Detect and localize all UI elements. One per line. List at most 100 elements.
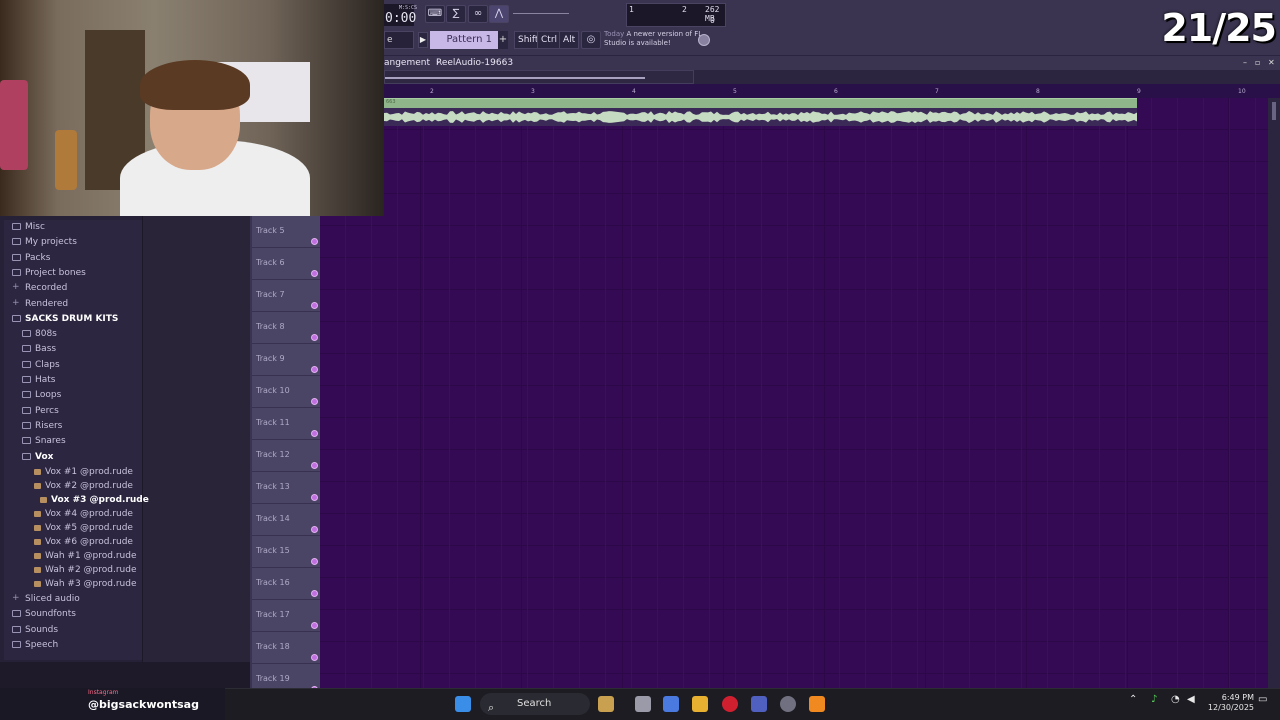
track-header[interactable]: Track 14 (252, 504, 320, 536)
browser-item[interactable]: 808s (22, 329, 57, 339)
store-icon[interactable] (751, 696, 767, 712)
browser-item[interactable]: My projects (12, 237, 77, 247)
browser-item[interactable]: Sounds (12, 625, 58, 635)
track-header[interactable]: Track 7 (252, 280, 320, 312)
browser-item[interactable]: + Rendered (12, 299, 68, 310)
metronome-icon[interactable]: ⋀ (489, 5, 509, 23)
track-mute-dot[interactable] (311, 366, 318, 373)
typing-keyboard-icon[interactable]: ⌨ (425, 5, 445, 23)
track-mute-dot[interactable] (311, 398, 318, 405)
browser-item[interactable]: Snares (22, 436, 66, 446)
browser-item[interactable]: Vox #1 @prod.rude (34, 467, 133, 477)
track-mute-dot[interactable] (311, 654, 318, 661)
step-edit-icon[interactable]: ∑ (446, 5, 466, 23)
arrangement-selector[interactable]: e (384, 31, 414, 49)
add-pattern-button[interactable]: + (498, 31, 508, 49)
browser-item[interactable]: Project bones (12, 268, 86, 278)
browser-item[interactable]: Vox #6 @prod.rude (34, 537, 133, 547)
browser-item[interactable]: Risers (22, 421, 62, 431)
track-mute-dot[interactable] (311, 238, 318, 245)
loop-record-icon[interactable]: ∞ (468, 5, 488, 23)
widgets-icon[interactable] (598, 696, 614, 712)
track-mute-dot[interactable] (311, 302, 318, 309)
pattern-play-icon[interactable]: ▶ (418, 32, 428, 48)
opera-icon[interactable] (722, 696, 738, 712)
browser-item[interactable]: Speech (12, 640, 58, 650)
news-icon[interactable]: ◎ (581, 31, 601, 49)
browser-item[interactable]: + Sliced audio (12, 594, 80, 605)
system-clock[interactable]: 6:49 PM 12/30/2025 (1206, 693, 1254, 713)
track-header[interactable]: Track 9 (252, 344, 320, 376)
playlist-grid[interactable] (320, 98, 1268, 688)
timeline-ruler[interactable]: 2 3 4 5 6 7 8 9 10 (384, 84, 1280, 98)
volume-icon[interactable]: ◀ (1187, 694, 1195, 705)
track-header[interactable]: Track 6 (252, 248, 320, 280)
settings-icon[interactable] (780, 696, 796, 712)
browser-item[interactable]: Bass (22, 344, 56, 354)
browser-item[interactable]: Vox #2 @prod.rude (34, 481, 133, 491)
breadcrumb-clip[interactable]: ReelAudio-19663 (436, 56, 513, 70)
track-header[interactable]: Track 17 (252, 600, 320, 632)
track-header[interactable]: Track 11 (252, 408, 320, 440)
vscroll-thumb[interactable] (1272, 102, 1276, 120)
track-mute-dot[interactable] (311, 494, 318, 501)
song-position-display[interactable]: M:S:CS 0:00 (384, 4, 417, 26)
master-pitch-slider[interactable] (513, 13, 569, 14)
track-mute-dot[interactable] (311, 334, 318, 341)
start-menu-icon[interactable] (455, 696, 471, 712)
browser-item[interactable]: + Recorded (12, 283, 67, 294)
task-view-icon[interactable] (635, 696, 651, 712)
chevron-up-icon[interactable]: ⌃ (1129, 694, 1137, 705)
track-header[interactable]: Track 18 (252, 632, 320, 664)
scroll-thumb[interactable] (385, 77, 645, 79)
taskbar-search[interactable]: ⌕ Search (480, 693, 590, 715)
browser-item[interactable]: SACKS DRUM KITS (12, 314, 118, 324)
track-mute-dot[interactable] (311, 558, 318, 565)
browser-item[interactable]: Vox #3 @prod.rude (40, 495, 149, 505)
browser-item[interactable]: Packs (12, 253, 50, 263)
browser-item[interactable]: Soundfonts (12, 609, 76, 619)
track-mute-dot[interactable] (311, 526, 318, 533)
browser-item[interactable]: Misc (12, 222, 45, 232)
browser-item[interactable]: Wah #1 @prod.rude (34, 551, 136, 561)
browser-item[interactable]: Wah #2 @prod.rude (34, 565, 136, 575)
fl-studio-icon[interactable] (809, 696, 825, 712)
browser-item[interactable]: Percs (22, 406, 59, 416)
track-mute-dot[interactable] (311, 462, 318, 469)
track-mute-dot[interactable] (311, 590, 318, 597)
track-header[interactable]: Track 15 (252, 536, 320, 568)
wifi-icon[interactable]: ◔ (1171, 694, 1180, 705)
track-header[interactable]: Track 5 (252, 216, 320, 248)
microphone-icon[interactable]: ♪ (1151, 694, 1157, 705)
notification-icon[interactable]: ▭ (1258, 694, 1267, 705)
browser-item[interactable]: Vox #5 @prod.rude (34, 523, 133, 533)
track-header[interactable]: Track 10 (252, 376, 320, 408)
track-header[interactable]: Track 16 (252, 568, 320, 600)
audio-clip-header[interactable]: 663 (384, 98, 1137, 108)
track-mute-dot[interactable] (311, 430, 318, 437)
audio-clip-waveform[interactable] (384, 108, 1137, 126)
browser-item[interactable]: Hats (22, 375, 56, 385)
file-explorer-icon[interactable] (692, 696, 708, 712)
browser-item[interactable]: Loops (22, 390, 61, 400)
breadcrumb-arrangement[interactable]: angement (384, 56, 430, 70)
track-header[interactable]: Track 12 (252, 440, 320, 472)
track-mute-dot[interactable] (311, 270, 318, 277)
track-header[interactable]: Track 13 (252, 472, 320, 504)
copilot-icon[interactable] (663, 696, 679, 712)
pattern-selector[interactable]: Pattern 1 (430, 31, 498, 49)
minimize-icon[interactable]: – (1243, 56, 1247, 70)
alt-button[interactable]: Alt (559, 31, 580, 49)
close-icon[interactable]: ✕ (1268, 56, 1275, 70)
news-panel[interactable]: Today A newer version of FL Studio is av… (604, 30, 704, 48)
ctrl-button[interactable]: Ctrl (537, 31, 562, 49)
maximize-icon[interactable]: ▫ (1255, 56, 1260, 70)
browser-item[interactable]: Vox (22, 452, 53, 462)
browser-item[interactable]: Vox #4 @prod.rude (34, 509, 133, 519)
globe-icon[interactable] (698, 34, 710, 46)
horizontal-scrollbar[interactable] (384, 70, 694, 84)
track-mute-dot[interactable] (311, 622, 318, 629)
browser-item[interactable]: Wah #3 @prod.rude (34, 579, 136, 589)
browser-item[interactable]: Claps (22, 360, 60, 370)
vertical-scrollbar[interactable] (1268, 98, 1280, 688)
